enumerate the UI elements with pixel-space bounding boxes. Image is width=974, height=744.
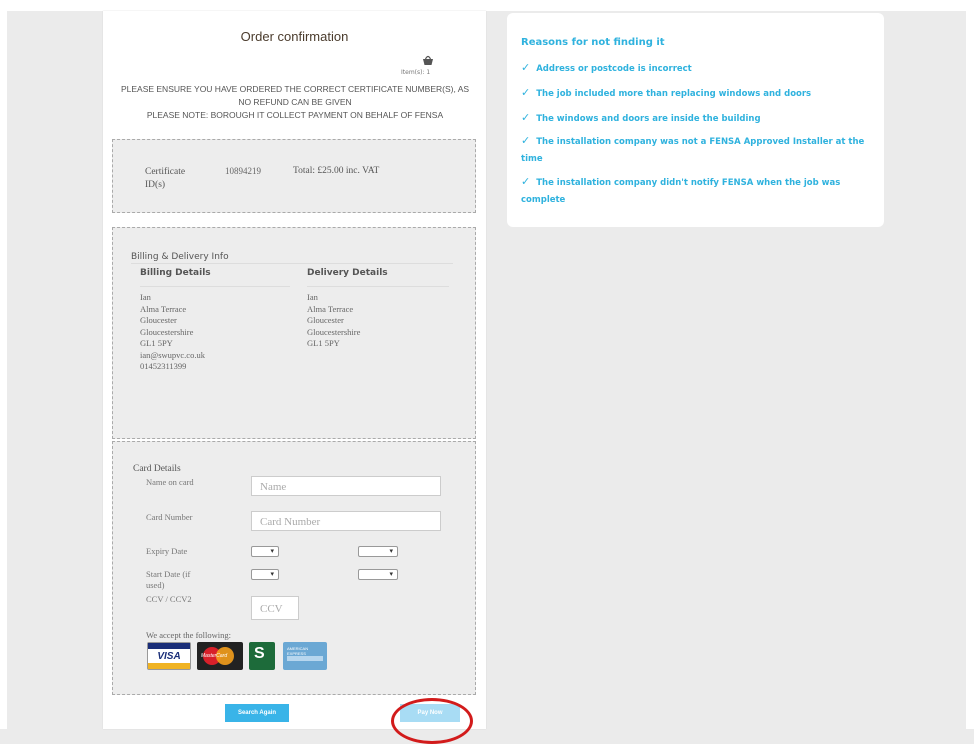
certificate-box: Certificate ID(s) 10894219 Total: £25.00…	[112, 139, 476, 213]
divider	[307, 286, 449, 287]
reasons-panel: Reasons for not finding it ✓ Address or p…	[507, 13, 884, 227]
visa-band	[148, 663, 190, 669]
certificate-label: Certificate ID(s)	[145, 167, 186, 190]
amex-logo: AMERICAN EXPRESS	[283, 642, 327, 670]
order-panel: Order confirmation Item(s): 1 PLEASE ENS…	[103, 11, 486, 729]
page-title: Order confirmation	[240, 29, 349, 44]
start-year-select[interactable]: ▾	[358, 569, 398, 580]
billing-email: ian@swupvc.co.uk	[140, 349, 205, 360]
billing-line: Gloucestershire	[140, 326, 194, 337]
ccv-input[interactable]: CCV	[251, 596, 299, 620]
reason-item: ✓ Address or postcode is incorrect	[521, 59, 871, 78]
order-total: Total: £25.00 inc. VAT	[293, 166, 380, 176]
certificate-id: 10894219	[225, 166, 261, 176]
delivery-line: Gloucester	[307, 315, 344, 325]
card-details-heading: Card Details	[133, 464, 181, 474]
page-right-margin	[966, 0, 974, 729]
order-notice: PLEASE ENSURE YOU HAVE ORDERED THE CORRE…	[115, 83, 475, 122]
ccv-label: CCV / CCV2	[146, 594, 192, 604]
billing-line: GL1 5PY	[140, 338, 173, 348]
reason-text: The job included more than replacing win…	[536, 89, 812, 99]
visa-text: VISA	[157, 651, 181, 662]
billing-line: Ian	[140, 292, 151, 302]
billing-address: Ian Alma Terrace Gloucester Gloucestersh…	[140, 292, 211, 373]
delivery-heading: Delivery Details	[307, 268, 388, 278]
card-number-input[interactable]: Card Number	[251, 511, 441, 531]
expiry-month-select[interactable]: ▾	[251, 546, 279, 557]
check-icon: ✓	[521, 111, 531, 124]
expiry-date-label: Expiry Date	[146, 546, 188, 556]
delivery-details: Delivery Details Ian Alma Terrace Glouce…	[307, 268, 449, 350]
delivery-line: Ian	[307, 292, 318, 302]
reason-item: ✓ The installation company was not a FENS…	[521, 132, 871, 168]
top-strip	[0, 0, 974, 11]
card-number-label: Card Number	[146, 512, 193, 522]
reason-item: ✓ The windows and doors are inside the bu…	[521, 109, 871, 128]
expiry-year-select[interactable]: ▾	[358, 546, 398, 557]
billing-heading: Billing Details	[140, 268, 211, 278]
delivery-line: Alma Terrace	[307, 303, 354, 314]
billing-line: Alma Terrace	[140, 303, 187, 314]
name-on-card-label: Name on card	[146, 477, 194, 487]
notice-refund: PLEASE ENSURE YOU HAVE ORDERED THE CORRE…	[120, 84, 470, 107]
check-icon: ✓	[521, 86, 531, 99]
delivery-line: GL1 5PY	[307, 338, 340, 348]
billing-phone: 01452311399	[140, 361, 187, 371]
reason-item: ✓ The job included more than replacing wi…	[521, 84, 871, 103]
billing-details: Billing Details Ian Alma Terrace Glouces…	[140, 268, 290, 373]
reason-item: ✓ The installation company didn't notify …	[521, 173, 871, 209]
reason-text: The windows and doors are inside the bui…	[536, 114, 761, 124]
visa-band	[148, 643, 190, 649]
accepted-cards-label: We accept the following:	[146, 630, 231, 640]
billing-delivery-heading: Billing & Delivery Info	[131, 252, 229, 262]
reason-text: Address or postcode is incorrect	[536, 64, 692, 74]
visa-logo: VISA	[147, 642, 191, 670]
maestro-logo: S	[249, 642, 275, 670]
reason-text: The installation company didn't notify F…	[521, 178, 841, 205]
notice-payment: PLEASE NOTE: BOROUGH IT COLLECT PAYMENT …	[146, 110, 444, 120]
divider	[131, 263, 453, 264]
page-left-margin	[0, 0, 7, 729]
name-on-card-input[interactable]: Name	[251, 476, 441, 496]
items-count: Item(s): 1	[401, 69, 431, 76]
billing-line: Gloucester	[140, 315, 177, 325]
amex-text: AMERICAN EXPRESS	[287, 646, 309, 656]
check-icon: ✓	[521, 134, 531, 147]
mastercard-logo: MasterCard	[197, 642, 243, 670]
check-icon: ✓	[521, 175, 531, 188]
delivery-address: Ian Alma Terrace Gloucester Gloucestersh…	[307, 292, 388, 350]
basket-icon[interactable]	[422, 54, 434, 66]
amex-stripe	[287, 656, 323, 661]
search-again-button[interactable]: Search Again	[225, 704, 289, 722]
billing-delivery-box: Billing & Delivery Info Billing Details …	[112, 227, 476, 439]
check-icon: ✓	[521, 61, 531, 74]
reasons-title: Reasons for not finding it	[521, 37, 665, 48]
card-details-box: Card Details Name on card Name Card Numb…	[112, 441, 476, 695]
start-month-select[interactable]: ▾	[251, 569, 279, 580]
highlight-circle	[391, 698, 473, 744]
delivery-line: Gloucestershire	[307, 326, 361, 337]
mastercard-text: MasterCard	[201, 653, 228, 659]
maestro-text: S	[254, 645, 265, 662]
start-date-label: Start Date (if used)	[146, 569, 191, 590]
divider	[140, 286, 290, 287]
reason-text: The installation company was not a FENSA…	[521, 137, 865, 164]
